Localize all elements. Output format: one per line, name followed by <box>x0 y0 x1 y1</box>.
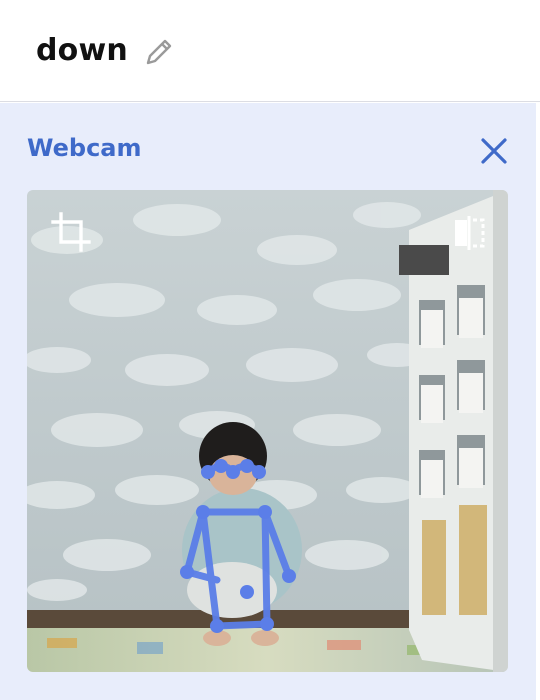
class-name-title[interactable]: down <box>36 33 128 68</box>
webcam-feed <box>27 190 508 672</box>
crop-icon <box>51 212 91 252</box>
webcam-image <box>27 190 508 672</box>
class-header: down <box>0 0 540 102</box>
teachable-class-card: down Webcam <box>0 0 540 700</box>
close-x-icon <box>481 138 507 164</box>
flip-horizontal-icon <box>455 216 485 250</box>
edit-class-name-button[interactable] <box>140 33 178 71</box>
crop-button[interactable] <box>49 210 93 254</box>
close-webcam-button[interactable] <box>478 135 510 167</box>
webcam-panel-title: Webcam <box>27 134 142 162</box>
pencil-icon <box>146 39 172 65</box>
flip-camera-button[interactable] <box>447 210 491 254</box>
